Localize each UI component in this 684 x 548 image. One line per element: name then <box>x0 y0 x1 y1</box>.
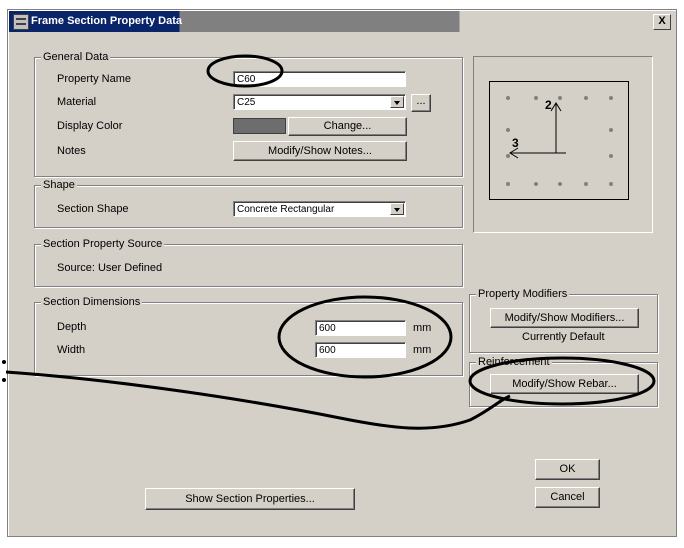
close-button[interactable]: X <box>653 14 671 30</box>
axis-2-label: 2 <box>545 98 552 112</box>
material-value: C25 <box>237 97 256 108</box>
display-color-swatch <box>233 118 286 134</box>
section-shape-label: Section Shape <box>57 203 129 215</box>
section-dimensions-legend: Section Dimensions <box>41 296 143 308</box>
depth-label: Depth <box>57 321 87 333</box>
chevron-down-icon[interactable] <box>390 96 404 108</box>
cancel-button[interactable]: Cancel <box>535 487 600 508</box>
modify-rebar-button[interactable]: Modify/Show Rebar... <box>490 374 639 394</box>
property-name-label: Property Name <box>57 73 131 85</box>
section-outline: 2 3 <box>489 81 629 200</box>
section-dimensions-group: Section Dimensions Depth 600 mm Width 60… <box>34 296 463 376</box>
property-source-group: Section Property Source Source: User Def… <box>34 238 463 287</box>
section-shape-value: Concrete Rectangular <box>237 204 335 215</box>
material-more-button[interactable]: ... <box>411 94 431 112</box>
modifiers-status: Currently Default <box>522 331 605 343</box>
material-select[interactable]: C25 <box>233 94 406 110</box>
shape-legend: Shape <box>41 179 77 191</box>
property-source-legend: Section Property Source <box>41 238 165 250</box>
title-bar[interactable]: Frame Section Property Data X <box>9 11 675 32</box>
reinforcement-group: Reinforcement Modify/Show Rebar... <box>469 356 658 407</box>
app-icon <box>13 14 29 30</box>
section-shape-select[interactable]: Concrete Rectangular <box>233 201 406 217</box>
notes-button[interactable]: Modify/Show Notes... <box>233 141 407 161</box>
window-title: Frame Section Property Data <box>31 15 182 27</box>
general-data-group: General Data Property Name C60 Material … <box>34 51 463 177</box>
local-axes-icon <box>509 102 566 159</box>
property-modifiers-legend: Property Modifiers <box>476 288 570 300</box>
width-unit: mm <box>413 344 432 356</box>
shape-group: Shape Section Shape Concrete Rectangular <box>34 179 463 228</box>
modify-modifiers-button[interactable]: Modify/Show Modifiers... <box>490 308 639 328</box>
chevron-down-icon[interactable] <box>390 203 404 215</box>
source-text: Source: User Defined <box>57 262 163 274</box>
material-label: Material <box>57 96 97 108</box>
width-input[interactable]: 600 <box>315 342 406 358</box>
property-name-input[interactable]: C60 <box>233 71 406 87</box>
width-label: Width <box>57 344 86 356</box>
general-data-legend: General Data <box>41 51 111 63</box>
ok-button[interactable]: OK <box>535 459 600 480</box>
property-modifiers-group: Property Modifiers Modify/Show Modifiers… <box>469 288 658 353</box>
depth-input[interactable]: 600 <box>315 320 406 336</box>
section-preview: 2 3 <box>473 56 653 233</box>
show-section-properties-button[interactable]: Show Section Properties... <box>145 488 355 510</box>
reinforcement-legend: Reinforcement <box>476 356 552 368</box>
depth-unit: mm <box>413 322 432 334</box>
display-color-label: Display Color <box>57 120 123 132</box>
notes-label: Notes <box>57 145 86 157</box>
axis-3-label: 3 <box>512 136 519 150</box>
change-color-button[interactable]: Change... <box>288 117 407 136</box>
frame-section-dialog: Frame Section Property Data X General Da… <box>7 9 677 537</box>
